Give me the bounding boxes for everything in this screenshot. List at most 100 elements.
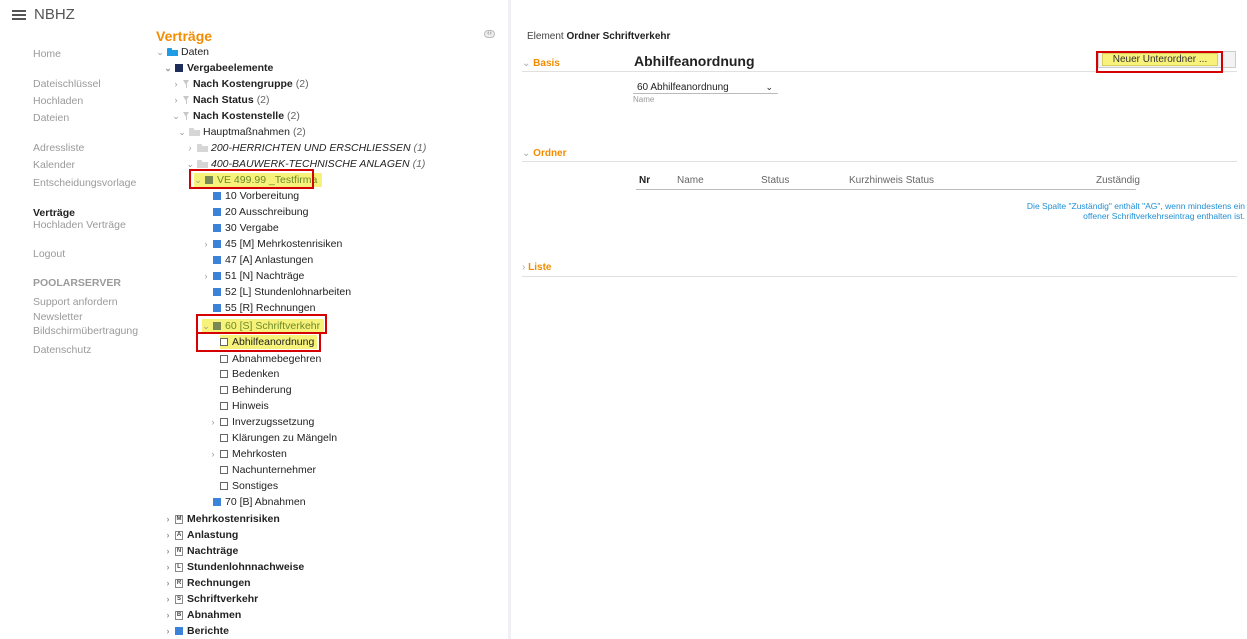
chevron-down-icon[interactable]: ⌄ bbox=[172, 109, 180, 123]
chevron-right-icon[interactable]: › bbox=[202, 269, 210, 283]
nav-logout[interactable]: Logout bbox=[33, 248, 65, 260]
tree-node-51-nachtraege[interactable]: › 51 [N] Nachträge bbox=[202, 269, 305, 283]
tree-node-rechnungen[interactable]: › R Rechnungen bbox=[164, 576, 251, 590]
tree-node-anlastung[interactable]: › A Anlastung bbox=[164, 528, 239, 542]
nav-newsletter[interactable]: Newsletter bbox=[33, 311, 83, 323]
zustaendig-note: Die Spalte "Zuständig" enthält "AG", wen… bbox=[1026, 201, 1245, 221]
chevron-right-icon[interactable]: › bbox=[164, 624, 172, 638]
tree-node-nach-status[interactable]: › Nach Status (2) bbox=[172, 93, 270, 107]
nav-vertraege[interactable]: Verträge bbox=[33, 207, 75, 219]
chevron-right-icon[interactable]: › bbox=[209, 415, 217, 429]
tree-node-20-ausschreibung[interactable]: 20 Ausschreibung bbox=[202, 205, 308, 219]
chevron-down-icon[interactable]: ⌄ bbox=[164, 61, 172, 75]
name-select[interactable]: 60 Abhilfeanordnung ⌄ bbox=[633, 80, 777, 94]
tree-node-bedenken[interactable]: Bedenken bbox=[220, 367, 279, 381]
section-divider bbox=[522, 161, 1237, 162]
tree-node-klaerungen-zu-maengeln[interactable]: Klärungen zu Mängeln bbox=[220, 431, 337, 445]
chevron-down-icon[interactable]: ⌄ bbox=[156, 45, 164, 59]
chevron-right-icon[interactable]: › bbox=[172, 77, 180, 91]
chevron-right-icon[interactable]: › bbox=[186, 141, 194, 155]
tree-node-47-anlastungen[interactable]: 47 [A] Anlastungen bbox=[202, 253, 313, 267]
chevron-down-icon[interactable]: ⌄ bbox=[178, 125, 186, 139]
tree-node-sonstiges[interactable]: Sonstiges bbox=[220, 479, 278, 493]
tree-node-30-vergabe[interactable]: 30 Vergabe bbox=[202, 221, 279, 235]
tree-node-55-rechnungen[interactable]: 55 [R] Rechnungen bbox=[202, 301, 315, 315]
collapse-tree-button[interactable]: ‹› bbox=[484, 30, 495, 38]
tree-node-behinderung[interactable]: Behinderung bbox=[220, 383, 292, 397]
chevron-right-icon[interactable]: › bbox=[164, 560, 172, 574]
nav-hochladen[interactable]: Hochladen bbox=[33, 95, 83, 107]
section-ordner-toggle[interactable]: ⌄ Ordner bbox=[522, 148, 567, 159]
nav-bildschirmuebertragung[interactable]: Bildschirmübertragung bbox=[33, 325, 138, 337]
tree-node-berichte[interactable]: › Berichte bbox=[164, 624, 230, 638]
element-icon bbox=[213, 192, 221, 200]
element-icon bbox=[213, 304, 221, 312]
tree-node-mehrkosten[interactable]: › Mehrkosten bbox=[209, 447, 287, 461]
column-header-name[interactable]: Name bbox=[677, 175, 704, 186]
tree-node-10-vorbereitung[interactable]: 10 Vorbereitung bbox=[202, 189, 299, 203]
chevron-right-icon[interactable]: › bbox=[172, 93, 180, 107]
nav-dateischluessel[interactable]: Dateischlüssel bbox=[33, 78, 101, 90]
folder-empty-icon bbox=[220, 402, 228, 410]
folder-empty-icon bbox=[220, 370, 228, 378]
folder-empty-icon bbox=[220, 355, 228, 363]
annotation-highlight-box bbox=[196, 314, 327, 334]
tree-node-45-mehrkostenrisiken[interactable]: › 45 [M] Mehrkostenrisiken bbox=[202, 237, 343, 251]
column-header-status[interactable]: Status bbox=[761, 175, 789, 186]
tree-node-abnahmebegehren[interactable]: Abnahmebegehren bbox=[220, 352, 321, 366]
tree-node-daten[interactable]: ⌄ Daten bbox=[156, 45, 209, 59]
chevron-right-icon[interactable]: › bbox=[164, 608, 172, 622]
chevron-right-icon[interactable]: › bbox=[164, 592, 172, 606]
nav-home[interactable]: Home bbox=[33, 48, 61, 60]
tree-node-nachunternehmer[interactable]: Nachunternehmer bbox=[220, 463, 316, 477]
chevron-right-icon[interactable]: › bbox=[164, 576, 172, 590]
tree-node-hauptmassnahmen[interactable]: ⌄ Hauptmaßnahmen (2) bbox=[178, 125, 306, 139]
table-header-line bbox=[636, 189, 1136, 190]
section-liste-toggle[interactable]: › Liste bbox=[522, 262, 551, 273]
column-header-nr[interactable]: Nr bbox=[639, 175, 650, 186]
tree-node-vergabeelemente[interactable]: ⌄ Vergabeelemente bbox=[164, 61, 273, 75]
tree-node-200-herrichten[interactable]: › 200-HERRICHTEN UND ERSCHLIESSEN (1) bbox=[186, 141, 427, 155]
nav-datenschutz[interactable]: Datenschutz bbox=[33, 344, 91, 356]
folder-empty-icon bbox=[220, 482, 228, 490]
chevron-right-icon[interactable]: › bbox=[164, 544, 172, 558]
chevron-right-icon[interactable]: › bbox=[202, 237, 210, 251]
section-basis-toggle[interactable]: ⌄ Basis bbox=[522, 58, 560, 69]
menu-icon[interactable] bbox=[12, 10, 26, 20]
nav-hochladen-vertraege[interactable]: Hochladen Verträge bbox=[33, 219, 126, 231]
column-header-kurzhinweis-status[interactable]: Kurzhinweis Status bbox=[849, 175, 934, 186]
folder-empty-icon bbox=[220, 418, 228, 426]
category-n-icon: N bbox=[175, 546, 183, 556]
chevron-right-icon[interactable]: › bbox=[164, 512, 172, 526]
category-s-icon: S bbox=[175, 594, 183, 604]
element-icon bbox=[213, 224, 221, 232]
chevron-right-icon[interactable]: › bbox=[209, 447, 217, 461]
filter-icon bbox=[183, 80, 190, 88]
column-header-zustaendig[interactable]: Zuständig bbox=[1096, 175, 1140, 186]
nav-support-anfordern[interactable]: Support anfordern bbox=[33, 296, 118, 308]
chevron-right-icon[interactable]: › bbox=[164, 528, 172, 542]
filter-icon bbox=[183, 96, 190, 104]
nav-adressliste[interactable]: Adressliste bbox=[33, 142, 84, 154]
folder-icon bbox=[167, 48, 178, 56]
panel-divider[interactable] bbox=[508, 0, 511, 639]
category-a-icon: A bbox=[175, 530, 183, 540]
detail-panel: Element Ordner Schriftverkehr ⌄ Basis Ab… bbox=[512, 0, 1247, 639]
folder-empty-icon bbox=[220, 434, 228, 442]
nav-entscheidungsvorlage[interactable]: Entscheidungsvorlage bbox=[33, 177, 136, 189]
tree-node-nachtraege[interactable]: › N Nachträge bbox=[164, 544, 239, 558]
tree-node-nach-kostenstelle[interactable]: ⌄ Nach Kostenstelle (2) bbox=[172, 109, 300, 123]
folder-icon bbox=[189, 128, 200, 136]
tree-node-schriftverkehr[interactable]: › S Schriftverkehr bbox=[164, 592, 259, 606]
tree-node-mehrkostenrisiken[interactable]: › M Mehrkostenrisiken bbox=[164, 512, 280, 526]
category-l-icon: L bbox=[175, 562, 183, 572]
tree-node-inverzugssetzung[interactable]: › Inverzugssetzung bbox=[209, 415, 315, 429]
tree-node-abnahmen[interactable]: › B Abnahmen bbox=[164, 608, 242, 622]
tree-node-70-abnahmen[interactable]: 70 [B] Abnahmen bbox=[202, 495, 306, 509]
tree-node-stundenlohnnachweise[interactable]: › L Stundenlohnnachweise bbox=[164, 560, 305, 574]
tree-node-nach-kostengruppe[interactable]: › Nach Kostengruppe (2) bbox=[172, 77, 309, 91]
nav-dateien[interactable]: Dateien bbox=[33, 112, 69, 124]
tree-node-hinweis[interactable]: Hinweis bbox=[220, 399, 269, 413]
tree-node-52-stundenlohnarbeiten[interactable]: 52 [L] Stundenlohnarbeiten bbox=[202, 285, 351, 299]
nav-kalender[interactable]: Kalender bbox=[33, 159, 75, 171]
